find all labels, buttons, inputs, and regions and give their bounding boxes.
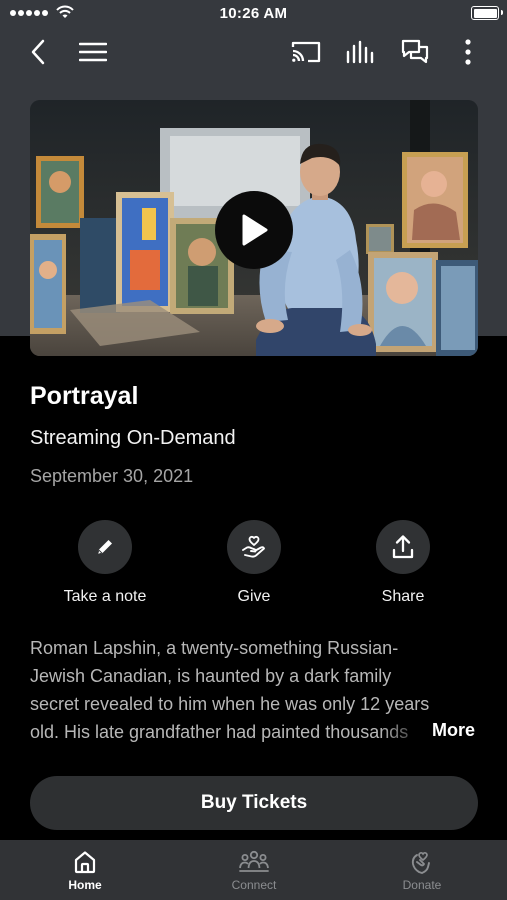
tab-bar: Home Connect Donate <box>0 840 507 900</box>
back-button[interactable] <box>22 36 54 68</box>
take-note-button[interactable]: Take a note <box>35 520 175 606</box>
description-fade <box>380 718 430 746</box>
tab-donate[interactable]: Donate <box>362 840 482 900</box>
event-title: Portrayal <box>30 382 139 410</box>
give-label: Give <box>237 588 271 605</box>
chat-icon <box>401 39 429 64</box>
tab-connect-label: Connect <box>231 878 277 892</box>
buy-tickets-button[interactable]: Buy Tickets <box>30 776 478 830</box>
take-note-circle <box>78 520 132 574</box>
tab-donate-label: Donate <box>402 878 442 892</box>
heart-hand-icon <box>242 535 265 558</box>
share-circle <box>376 520 430 574</box>
share-button[interactable]: Share <box>333 520 473 606</box>
description-line: old. His late grandfather had painted th… <box>30 722 409 742</box>
give-button[interactable]: Give <box>184 520 324 606</box>
audio-levels-icon <box>346 40 374 64</box>
play-icon <box>242 214 268 246</box>
menu-button[interactable] <box>77 36 109 68</box>
tab-home[interactable]: Home <box>25 840 145 900</box>
donate-icon <box>411 851 430 875</box>
more-options-button[interactable] <box>452 36 484 68</box>
event-date: September 30, 2021 <box>30 466 194 486</box>
more-link[interactable]: More <box>432 720 475 741</box>
share-label: Share <box>381 588 425 605</box>
description-line: secret revealed to him when he was only … <box>30 694 430 714</box>
status-time: 10:26 AM <box>219 5 288 22</box>
event-subtitle: Streaming On-Demand <box>30 427 236 449</box>
more-vertical-icon <box>465 39 471 65</box>
take-note-label: Take a note <box>63 588 147 605</box>
back-chevron-icon <box>31 39 45 65</box>
people-icon <box>239 850 269 872</box>
tab-home-label: Home <box>68 878 102 892</box>
description-line: Roman Lapshin, a twenty-something Russia… <box>30 638 399 658</box>
cast-button[interactable] <box>290 36 322 68</box>
audio-button[interactable] <box>345 36 377 68</box>
home-icon <box>74 851 96 874</box>
description-last-line: old. His late grandfather had painted th… <box>30 718 430 746</box>
tab-connect[interactable]: Connect <box>194 840 314 900</box>
chat-button[interactable] <box>399 36 431 68</box>
pencil-icon <box>98 540 112 554</box>
event-description: Roman Lapshin, a twenty-something Russia… <box>30 634 480 746</box>
status-bar: 10:26 AM <box>0 0 507 26</box>
description-line: Jewish Canadian, is haunted by a dark fa… <box>30 666 392 686</box>
hero-image <box>30 100 478 356</box>
menu-icon <box>79 42 107 62</box>
give-circle <box>227 520 281 574</box>
cast-icon <box>291 41 321 63</box>
play-video-button[interactable] <box>215 191 293 269</box>
share-icon <box>392 535 414 559</box>
battery-icon <box>471 6 503 20</box>
